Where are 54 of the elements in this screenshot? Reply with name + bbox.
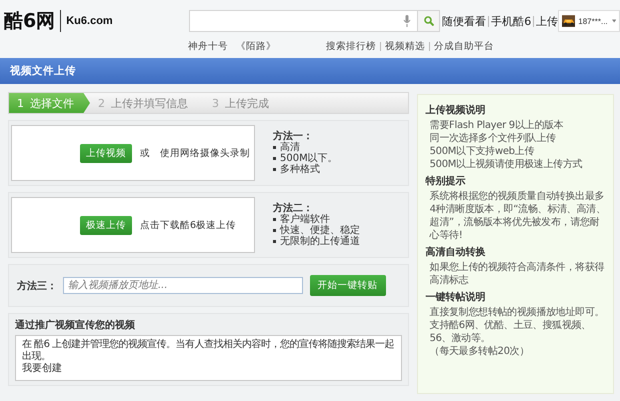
info-text: （每天最多转帖20次）: [428, 345, 530, 358]
header-link[interactable]: 随便看看: [442, 14, 486, 28]
section-title: 高清自动转换: [426, 245, 487, 259]
feature-text: 多种格式: [280, 164, 320, 175]
step-label: 2 上传并填写信息: [97, 96, 189, 112]
nav-link[interactable]: 搜索排行榜: [326, 40, 376, 52]
info-text: 直接复制您想转帖的视频播放地址即可。: [428, 306, 606, 319]
search-icon: [424, 16, 434, 26]
promo-text: 在 酷6 上创建并管理您的视频宣传。当有人查找相关内容时，您的宣传将随搜索结果一起出现。: [22, 339, 395, 362]
feature-text: 客户端软件: [280, 214, 330, 225]
search-field[interactable]: [189, 10, 418, 32]
search-button[interactable]: [418, 10, 440, 32]
header-link[interactable]: 手机酷6: [491, 14, 532, 28]
header-link[interactable]: 上传: [536, 14, 558, 28]
feature-text: 快速、便捷、稳定: [280, 225, 360, 236]
bullet-icon: [273, 157, 276, 160]
nav-link[interactable]: 视频精选: [385, 40, 425, 52]
promo-title: 通过推广视频宣传您的视频: [15, 318, 136, 332]
feature-text: 500M以下。: [280, 153, 338, 164]
info-text: 500M以上视频请使用极速上传方式: [428, 158, 584, 171]
section-title: 特别提示: [426, 174, 467, 188]
bullet-icon: [273, 168, 276, 171]
logo-domain[interactable]: Ku6.com: [66, 15, 113, 27]
bullet-icon: [273, 240, 276, 243]
user-menu[interactable]: 187***...: [558, 10, 620, 32]
nav-link[interactable]: 分成自助平台: [434, 40, 494, 52]
feature-text: 无限制的上传通道: [280, 236, 360, 247]
section-title: 上传视频说明: [426, 104, 487, 117]
info-text: 需要Flash Player 9以上的版本: [428, 119, 564, 132]
hot-link[interactable]: 神舟十号: [188, 40, 228, 52]
method-title: 方法三：: [17, 279, 57, 292]
info-text: 支持酷6网、优酷、土豆、搜狐视频、56、激动等。: [428, 319, 592, 345]
feature-text: 高清: [280, 142, 300, 153]
page-title: 视频文件上传: [10, 64, 76, 78]
url-field[interactable]: 输入视频播放页地址...: [63, 277, 303, 294]
info-text: 500M以下支持web上传: [428, 145, 536, 158]
info-text: 系统将根据您的视频质量自动转换出最多4种清晰度版本，即“流畅、标清、高清、超清”，流畅版本将优先被发布，请您耐心等待!: [428, 190, 606, 242]
step-label: 3 上传完成: [211, 96, 270, 112]
info-text: 如果您上传的视频符合高清条件，将获得高清标志: [428, 261, 606, 287]
caret-icon: [612, 19, 616, 23]
upload-hint: 或 使用网络摄像头录制: [140, 146, 250, 160]
method-title: 方法二：: [273, 203, 314, 214]
create-link[interactable]: 我要创建: [22, 363, 62, 374]
user-name: 187***...: [578, 16, 608, 26]
method-title: 方法一：: [273, 131, 314, 142]
bullet-icon: [273, 229, 276, 232]
bullet-icon: [273, 218, 276, 221]
microphone-icon: [403, 15, 412, 27]
logo-text[interactable]: 酷6网: [4, 8, 56, 34]
section-title: 一键转帖说明: [426, 290, 487, 304]
hot-link[interactable]: 《陌路》: [236, 40, 276, 52]
info-text: 同一次选择多个文件列队上传: [428, 132, 557, 145]
bullet-icon: [273, 146, 276, 149]
upload-hint: 点击下载酷6极速上传: [140, 218, 236, 232]
